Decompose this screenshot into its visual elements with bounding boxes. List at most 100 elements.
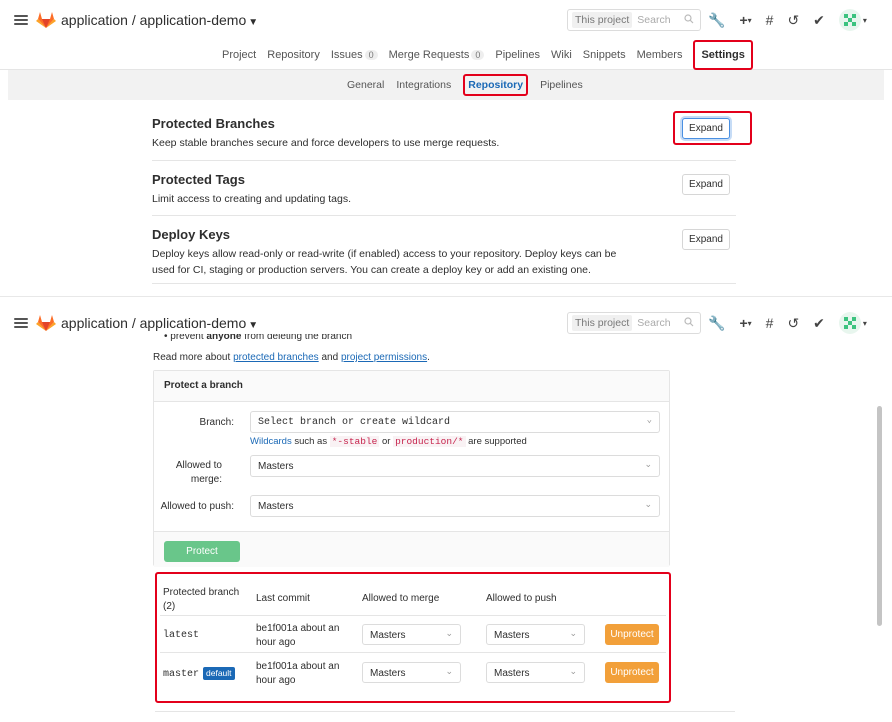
subnav-pipelines[interactable]: Pipelines: [540, 79, 583, 91]
user-avatar[interactable]: ▾: [838, 312, 867, 334]
row-push-value: Masters: [494, 668, 530, 679]
nav-project[interactable]: Project: [222, 49, 256, 61]
search-icon: [684, 14, 694, 24]
protected-tags-section: Protected Tags Limit access to creating …: [152, 172, 736, 216]
protect-button[interactable]: Protect: [164, 541, 240, 562]
table-row: master default be1f001a about an hour ago…: [160, 653, 666, 691]
chevron-down-icon[interactable]: ▼: [248, 17, 258, 28]
wildcard-mid1: such as: [291, 436, 330, 447]
nav-mr-label[interactable]: Merge Requests: [389, 49, 470, 61]
search-scope: This project: [572, 12, 633, 28]
read-more-text: Read more about protected branches and p…: [153, 352, 430, 363]
search-scope: This project: [572, 315, 633, 331]
hash-icon[interactable]: #: [766, 12, 774, 28]
header-protected-branch: Protected branch (2): [163, 587, 240, 612]
nav-wiki[interactable]: Wiki: [551, 49, 572, 61]
bullet-bold: anyone: [206, 334, 242, 342]
user-avatar[interactable]: ▾: [838, 9, 867, 31]
hamburger-menu-icon[interactable]: [14, 13, 28, 27]
nav-snippets[interactable]: Snippets: [583, 49, 626, 61]
search-icon: [684, 317, 694, 327]
wrench-icon[interactable]: 🔧: [708, 315, 725, 332]
plus-dropdown-icon[interactable]: + ▾: [739, 12, 751, 28]
divider: [152, 160, 736, 161]
plus-dropdown-icon[interactable]: + ▾: [739, 315, 751, 331]
row-push-select[interactable]: Masters ⌄: [486, 624, 585, 645]
chevron-down-icon: ⌄: [569, 666, 577, 676]
gitlab-logo-icon[interactable]: [36, 314, 56, 332]
bullet-prefix: prevent: [170, 334, 207, 342]
protected-branches-link[interactable]: protected branches: [233, 352, 319, 363]
section-title: Protected Tags: [152, 172, 245, 187]
hamburger-menu-icon[interactable]: [14, 316, 28, 330]
header-actions: 🔧 + ▾ # ↺ ✔ ▾: [708, 9, 867, 31]
push-select-value: Masters: [258, 501, 294, 512]
screenshot-separator: [0, 296, 892, 297]
subnav-repository[interactable]: Repository: [463, 74, 529, 96]
search-input[interactable]: Search: [637, 317, 670, 329]
hash-icon[interactable]: #: [766, 315, 774, 331]
branch-name-cell: master default: [163, 667, 235, 682]
section-description: Deploy keys allow read-only or read-writ…: [152, 248, 617, 276]
allowed-to-push-select[interactable]: Masters ⌄: [250, 495, 660, 517]
vertical-scrollbar[interactable]: [877, 406, 882, 626]
gitlab-logo-icon[interactable]: [36, 11, 56, 29]
merge-request-icon[interactable]: ↺: [787, 315, 799, 332]
check-circle-icon[interactable]: ✔: [813, 12, 825, 29]
allowed-to-merge-select[interactable]: Masters ⌄: [250, 455, 660, 477]
nav-issues[interactable]: Issues 0: [331, 49, 378, 61]
search-field[interactable]: This project Search: [567, 312, 701, 334]
search-input[interactable]: Search: [637, 14, 670, 26]
row-merge-select[interactable]: Masters ⌄: [362, 662, 461, 683]
nav-settings[interactable]: Settings: [693, 39, 753, 70]
table-header: Protected branch (2) Last commit Allowed…: [160, 580, 666, 616]
project-breadcrumb[interactable]: application / application-demo ▼: [61, 12, 258, 28]
nav-pipelines[interactable]: Pipelines: [495, 49, 540, 61]
expand-deploy-keys-button[interactable]: Expand: [682, 229, 730, 250]
subnav-general[interactable]: General: [347, 79, 384, 91]
project-title[interactable]: application / application-demo: [61, 12, 246, 28]
chevron-down-icon: ⌄: [646, 415, 652, 425]
row-push-value: Masters: [494, 630, 530, 641]
search-field[interactable]: This project Search: [567, 9, 701, 31]
protect-branch-panel: Protect a branch Branch: Select branch o…: [153, 370, 670, 567]
merge-request-icon[interactable]: ↺: [787, 12, 799, 29]
nav-issues-label[interactable]: Issues: [331, 49, 363, 61]
expand-protected-tags-button[interactable]: Expand: [682, 174, 730, 195]
project-title[interactable]: application / application-demo: [61, 315, 246, 331]
row-merge-select[interactable]: Masters ⌄: [362, 624, 461, 645]
wrench-icon[interactable]: 🔧: [708, 12, 725, 29]
row-push-select[interactable]: Masters ⌄: [486, 662, 585, 683]
project-breadcrumb[interactable]: application / application-demo ▼: [61, 315, 258, 331]
row-merge-value: Masters: [370, 630, 406, 641]
avatar-icon[interactable]: [838, 312, 861, 334]
read-more-mid: and: [318, 352, 341, 363]
unprotect-button[interactable]: Unprotect: [605, 624, 659, 645]
nav-merge-requests[interactable]: Merge Requests 0: [389, 49, 485, 61]
nav-members[interactable]: Members: [637, 49, 683, 61]
table-row: latest be1f001a about an hour ago Master…: [160, 616, 666, 653]
chevron-down-icon[interactable]: ▼: [248, 320, 258, 331]
default-badge: default: [203, 667, 235, 681]
section-description: Keep stable branches secure and force de…: [152, 137, 500, 149]
top-navbar-2: application / application-demo ▼ This pro…: [0, 303, 892, 343]
section-title: Protected Branches: [152, 116, 275, 131]
check-circle-icon[interactable]: ✔: [813, 315, 825, 332]
branch-select[interactable]: Select branch or create wildcard ⌄: [250, 411, 660, 433]
wildcard-code1: *-stable: [329, 436, 380, 447]
project-permissions-link[interactable]: project permissions: [341, 352, 427, 363]
wildcard-hint: Wildcards such as *-stable or production…: [250, 436, 527, 447]
chevron-down-icon: ⌄: [445, 666, 453, 676]
subnav-integrations[interactable]: Integrations: [396, 79, 451, 91]
wildcards-link[interactable]: Wildcards: [250, 436, 292, 447]
section-description: Limit access to creating and updating ta…: [152, 193, 352, 205]
panel-footer: Protect: [154, 531, 669, 567]
settings-subnav: General Integrations Repository Pipeline…: [8, 70, 884, 100]
push-label: Allowed to push:: [160, 501, 234, 512]
highlight-expand-button: [673, 111, 752, 145]
last-commit: be1f001a about an hour ago: [256, 661, 340, 686]
bullet-item: • prevent anyone from deleting the branc…: [164, 334, 352, 343]
unprotect-button[interactable]: Unprotect: [605, 662, 659, 683]
avatar-icon[interactable]: [838, 9, 861, 31]
nav-repository[interactable]: Repository: [267, 49, 320, 61]
